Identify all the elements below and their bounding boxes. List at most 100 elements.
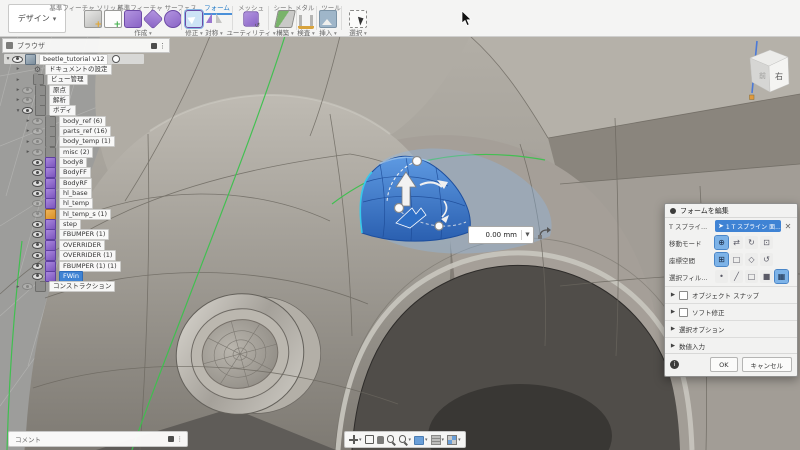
comment-bar[interactable]: コメント ⋮ xyxy=(8,431,188,447)
tree-item-parts_ref-16-[interactable]: ▸ parts_ref (16) xyxy=(24,124,112,137)
tree-item-body_ref-6-[interactable]: ▸ body_ref (6) xyxy=(24,114,107,127)
browser-header[interactable]: ブラウザ ⋮ xyxy=(2,38,170,53)
filter-face-icon[interactable]: □ xyxy=(745,270,758,283)
tree-expand-icon[interactable]: ▸ xyxy=(24,118,32,124)
look-at-icon-button[interactable] xyxy=(364,435,374,444)
visibility-eye-icon[interactable] xyxy=(32,241,43,249)
tree-item-label[interactable]: parts_ref (16) xyxy=(59,125,112,137)
tree-expand-icon[interactable]: ▸ xyxy=(14,87,22,93)
visibility-eye-icon[interactable] xyxy=(32,200,43,208)
tree-item-label[interactable]: BodyFF xyxy=(59,167,91,179)
checkbox[interactable] xyxy=(679,307,688,317)
active-component-radio[interactable] xyxy=(112,55,121,63)
group-label-7[interactable]: 挿入 xyxy=(319,27,337,37)
tree-expand-icon[interactable]: ▸ xyxy=(14,284,22,290)
visibility-eye-icon[interactable] xyxy=(32,252,43,260)
dropdown-caret-icon[interactable]: ▾ xyxy=(425,437,428,443)
tree-item-fbumper-1-1-[interactable]: FBUMPER (1) (1) xyxy=(24,260,121,272)
disclosure-row-1[interactable]: ▶ 選択オプション xyxy=(665,322,797,336)
tree-item-body_temp-1-[interactable]: ▸ body_temp (1) xyxy=(24,135,115,148)
tree-item-label[interactable]: ビュー管理 xyxy=(47,74,88,86)
disclosure-icon[interactable]: ▶ xyxy=(669,309,677,315)
viewport-canvas[interactable]: 前 右 ブラウザ ⋮ ▾ beetle_tutorial v12 ▸ ⚙ ドキュメントの… xyxy=(0,36,800,450)
browser-header-menu[interactable]: ⋮ xyxy=(151,42,169,50)
tree-item-label[interactable]: 原点 xyxy=(49,84,70,96)
checkbox[interactable] xyxy=(679,290,688,300)
group-label-5[interactable]: 構築 xyxy=(276,27,294,37)
ok-button[interactable]: OK xyxy=(710,357,738,372)
dropdown-caret-icon[interactable]: ▾ xyxy=(458,437,461,443)
visibility-eye-icon[interactable] xyxy=(32,159,43,166)
tree-expand-icon[interactable]: ▸ xyxy=(24,139,32,145)
mirror-icon[interactable] xyxy=(206,10,222,26)
edit-form-icon[interactable] xyxy=(184,9,204,29)
tree-item--[interactable]: ▸ コンストラクション xyxy=(14,280,116,293)
visibility-eye-icon[interactable] xyxy=(22,86,33,94)
tree-item--[interactable]: ▸ ビュー管理 xyxy=(14,73,88,86)
group-label-3[interactable]: 対称 xyxy=(205,27,223,37)
tree-item--[interactable]: ▸ 原点 xyxy=(14,83,70,96)
tree-item--[interactable]: ▸ ⚙ ドキュメントの設定 xyxy=(14,63,112,75)
tree-item--[interactable]: ▾ ボディ xyxy=(14,104,77,117)
visibility-eye-icon[interactable] xyxy=(32,127,43,135)
tree-item-misc-2-[interactable]: ▸ misc (2) xyxy=(24,145,94,158)
visibility-eye-icon[interactable] xyxy=(32,272,43,280)
tree-item-label[interactable]: 解析 xyxy=(49,94,70,106)
tree-item-overrider[interactable]: OVERRIDER xyxy=(24,239,106,251)
space-local-icon[interactable]: ◇ xyxy=(745,253,758,266)
tree-expand-icon[interactable]: ▸ xyxy=(14,77,22,83)
tree-item-bodyff[interactable]: BodyFF xyxy=(24,167,91,179)
tree-expand-icon[interactable]: ▾ xyxy=(14,108,22,114)
filter-edge-icon[interactable]: ╱ xyxy=(730,270,743,283)
tree-item-label[interactable]: hl_temp xyxy=(59,198,94,210)
tree-item-overrider-1-[interactable]: OVERRIDER (1) xyxy=(24,250,117,262)
visibility-eye-icon[interactable] xyxy=(32,262,43,270)
new-component-icon[interactable] xyxy=(84,10,102,30)
pan-icon-button[interactable] xyxy=(376,435,384,444)
filter-vertex-icon[interactable]: • xyxy=(715,270,728,283)
tree-item-bodyrf[interactable]: BodyRF xyxy=(24,177,92,189)
visibility-eye-icon[interactable] xyxy=(32,148,43,156)
tree-item-label[interactable]: step xyxy=(59,219,82,231)
tree-item-fbumper-1-[interactable]: FBUMPER (1) xyxy=(24,229,110,241)
tree-item-label[interactable]: OVERRIDER xyxy=(59,239,106,251)
manipulator-toggle-icon[interactable] xyxy=(537,226,551,240)
construct-plane-icon[interactable] xyxy=(274,10,296,28)
tree-item-hl_temp[interactable]: hl_temp xyxy=(24,198,94,210)
rotate-handle[interactable] xyxy=(411,155,423,167)
grid-snaps-icon-button[interactable]: ▾ xyxy=(430,434,445,445)
tree-item-label[interactable]: body_temp (1) xyxy=(59,136,115,148)
rotate-handle-2[interactable] xyxy=(393,202,405,214)
create-sketch-icon[interactable] xyxy=(104,10,122,30)
tree-item-label[interactable]: FWin xyxy=(59,270,83,282)
form-sphere-icon[interactable] xyxy=(164,10,182,28)
comment-icons[interactable]: ⋮ xyxy=(167,435,188,443)
dimension-dropdown-icon[interactable]: ▼ xyxy=(522,232,533,238)
viewports-icon-button[interactable]: ▾ xyxy=(447,434,461,445)
visibility-eye-icon[interactable] xyxy=(32,231,43,239)
visibility-eye-icon[interactable] xyxy=(12,55,23,63)
visibility-eye-icon[interactable] xyxy=(22,283,33,291)
visibility-eye-icon[interactable] xyxy=(22,96,33,104)
disclosure-row-2[interactable]: ▶ 数値入力 xyxy=(665,339,797,353)
scale-handle[interactable] xyxy=(434,221,444,231)
tree-expand-icon[interactable]: ▸ xyxy=(14,66,22,72)
convert-icon[interactable] xyxy=(243,11,260,29)
form-box-icon[interactable] xyxy=(124,10,142,28)
tree-expand-icon[interactable]: ▸ xyxy=(24,149,32,155)
group-label-8[interactable]: 選択 xyxy=(349,27,367,37)
dropdown-caret-icon[interactable]: ▾ xyxy=(359,437,362,443)
move-translate-icon[interactable]: ⇄ xyxy=(730,236,743,249)
visibility-eye-icon[interactable] xyxy=(32,169,43,177)
orbit-icon-button[interactable]: ▾ xyxy=(349,435,362,444)
tree-item-label[interactable]: コンストラクション xyxy=(49,281,116,293)
dimension-value[interactable]: 0.00 mm xyxy=(469,231,521,239)
dropdown-caret-icon[interactable]: ▾ xyxy=(442,437,445,443)
filter-all-icon[interactable]: ▦ xyxy=(774,269,789,284)
insert-canvas-icon[interactable] xyxy=(319,10,337,28)
fit-icon-button[interactable]: ▾ xyxy=(398,435,411,444)
cancel-button[interactable]: キャンセル xyxy=(741,357,792,372)
group-label-1[interactable]: 作成 xyxy=(134,27,152,37)
disclosure-icon[interactable]: ▶ xyxy=(669,326,677,332)
select-icon[interactable] xyxy=(349,10,367,28)
